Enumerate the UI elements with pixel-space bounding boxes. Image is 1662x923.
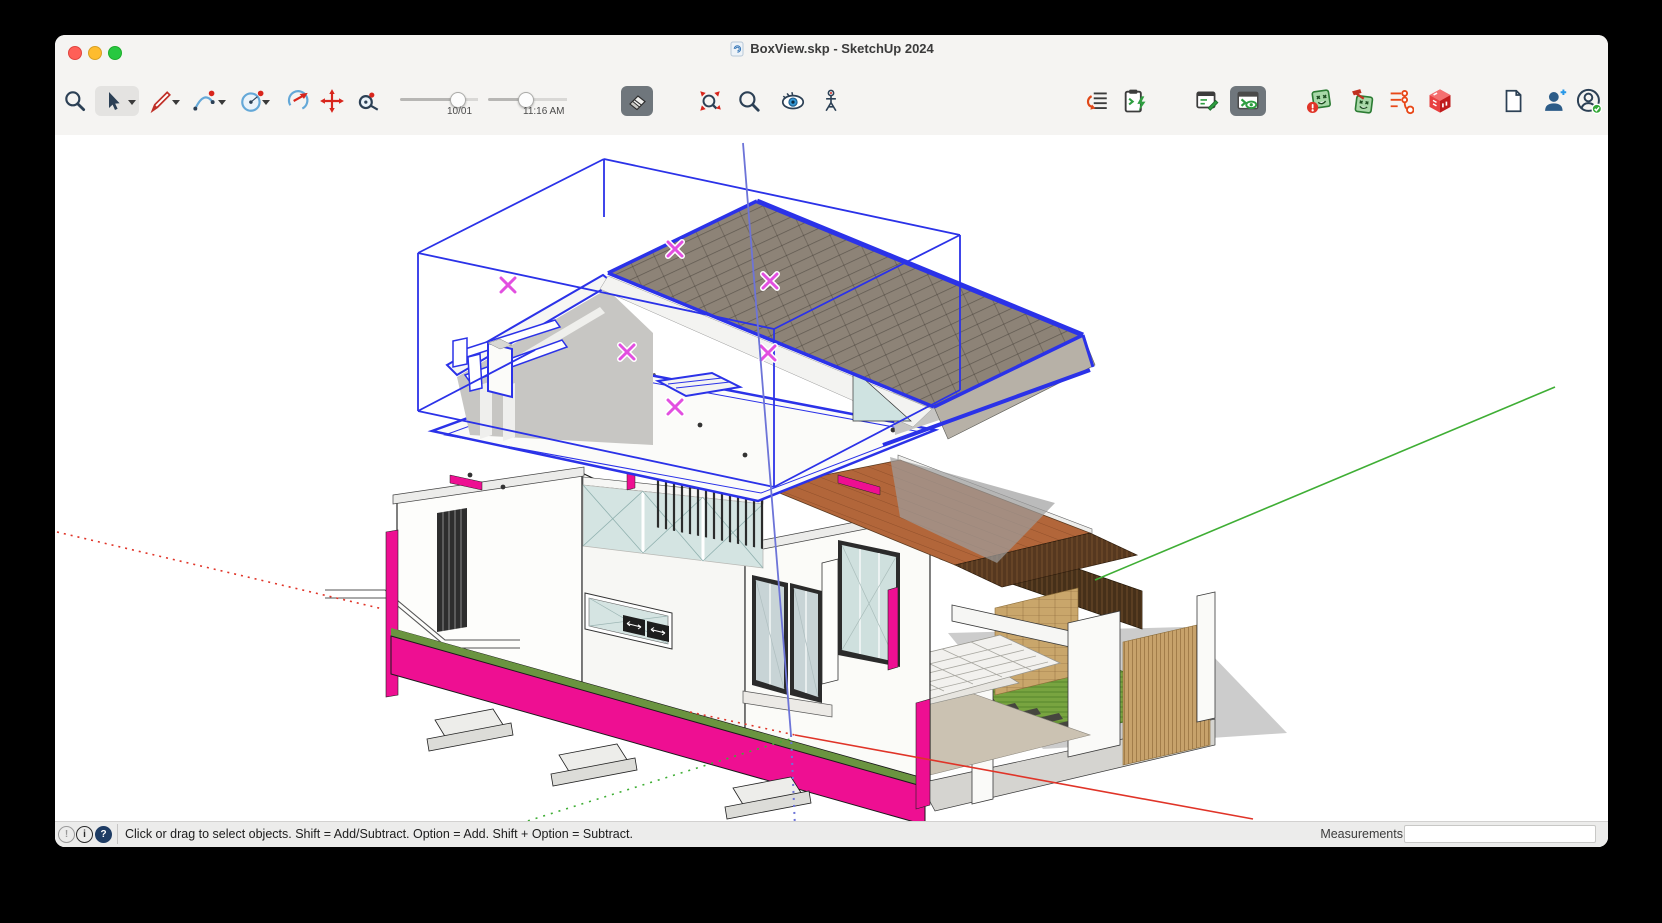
rotate-tool[interactable]: [283, 86, 313, 116]
arc-icon: [191, 88, 217, 114]
shadow-time-label: 11:16 AM: [523, 106, 565, 117]
rotate-icon: [285, 88, 311, 114]
shadow-time-slider[interactable]: [488, 98, 567, 101]
edit-script-tool[interactable]: [1192, 86, 1222, 116]
magnifier-icon: [62, 88, 88, 114]
statusbar-separator: [117, 824, 118, 844]
measurements-label: Measurements: [1320, 827, 1403, 841]
plugin-cube-tool[interactable]: [1425, 86, 1455, 116]
window-title: BoxView.skp - SketchUp 2024: [750, 41, 934, 56]
slat-vent: [437, 508, 467, 632]
model-canvas[interactable]: [55, 135, 1608, 847]
geolocation-icon[interactable]: !: [58, 826, 75, 843]
zoom-window-tool[interactable]: [734, 86, 764, 116]
zoom-extents-tool[interactable]: [695, 86, 725, 116]
console-eye-icon: [1234, 88, 1262, 114]
select-dropdown[interactable]: [128, 100, 136, 105]
arc-tool[interactable]: [189, 86, 219, 116]
credits-icon[interactable]: i: [76, 826, 93, 843]
arc-dropdown[interactable]: [218, 100, 226, 105]
eraser-tool[interactable]: [621, 86, 653, 116]
zoom-extents-icon: [697, 88, 723, 114]
red-cube-icon: [1426, 87, 1454, 115]
look-around-tool[interactable]: [778, 86, 808, 116]
person-add-icon: [1541, 87, 1569, 115]
camera-figure-icon: [818, 88, 844, 114]
zoom-window-icon: [736, 88, 762, 114]
face-warning-icon: [1305, 87, 1333, 115]
toolbar: 10/01 11:16 AM: [55, 62, 1608, 136]
viewport-3d[interactable]: [55, 135, 1608, 847]
move-icon: [319, 88, 345, 114]
undo-list-tool[interactable]: [1082, 86, 1112, 116]
circle-dropdown[interactable]: [262, 100, 270, 105]
line-tool[interactable]: [145, 86, 175, 116]
edit-script-icon: [1193, 88, 1221, 114]
select-arrow-icon: [100, 89, 124, 113]
pencil-icon: [147, 88, 173, 114]
sketchup-window: BoxView.skp - SketchUp 2024: [55, 35, 1608, 847]
titlebar: BoxView.skp - SketchUp 2024: [55, 35, 1608, 62]
column[interactable]: [1197, 592, 1215, 722]
shadow-date-slider[interactable]: [400, 98, 478, 101]
report-issue-tool[interactable]: [1304, 86, 1334, 116]
sketchup-file-icon: [729, 41, 745, 57]
zoom-tool[interactable]: [60, 86, 90, 116]
help-icon[interactable]: ?: [95, 826, 112, 843]
tape-measure-tool[interactable]: [353, 86, 383, 116]
eraser-icon: [625, 89, 649, 113]
statusbar: ! i ? Click or drag to select objects. S…: [55, 821, 1608, 847]
version-graph-tool[interactable]: [1385, 86, 1415, 116]
move-tool[interactable]: [317, 86, 347, 116]
add-person-tool[interactable]: [1540, 86, 1570, 116]
run-clipboard-icon: [1121, 87, 1149, 115]
account-circle-icon: [1575, 87, 1603, 115]
face-hammer-icon: [1348, 87, 1376, 115]
measurements-input[interactable]: [1404, 825, 1596, 843]
eye-icon: [779, 88, 807, 114]
line-dropdown[interactable]: [172, 100, 180, 105]
console-view-tool[interactable]: [1230, 86, 1266, 116]
position-camera-tool[interactable]: [816, 86, 846, 116]
undo-list-icon: [1083, 88, 1111, 114]
run-clipboard-tool[interactable]: [1120, 86, 1150, 116]
status-message: Click or drag to select objects. Shift =…: [125, 827, 633, 841]
shadow-date-label: 10/01: [447, 106, 472, 117]
new-document-icon: [1500, 87, 1526, 115]
account-tool[interactable]: [1574, 86, 1604, 116]
version-graph-icon: [1386, 87, 1414, 115]
fix-model-tool[interactable]: [1347, 86, 1377, 116]
tape-measure-icon: [355, 88, 381, 114]
new-document-tool[interactable]: [1498, 86, 1528, 116]
screen: BoxView.skp - SketchUp 2024: [0, 0, 1662, 923]
